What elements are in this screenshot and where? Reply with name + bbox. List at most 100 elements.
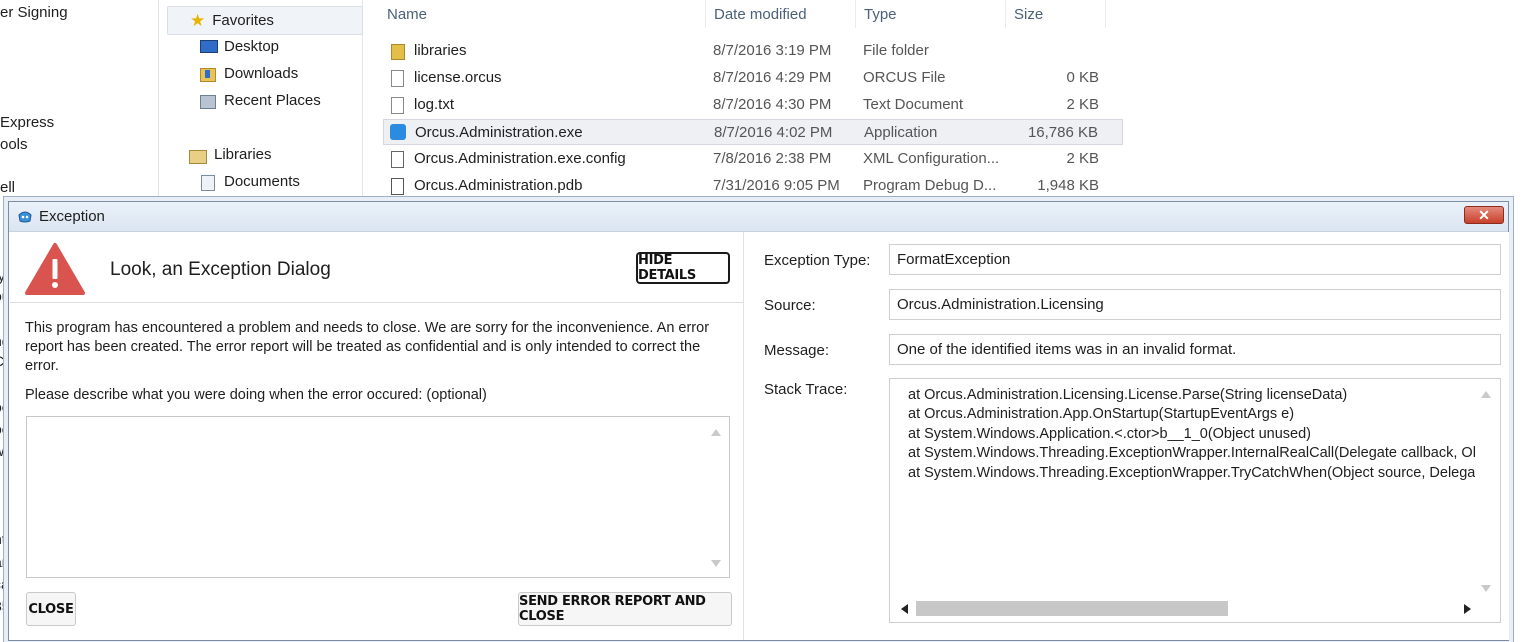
file-row[interactable]: license.orcus 8/7/2016 4:29 PM ORCUS Fil…: [383, 65, 1123, 91]
app-icon: [17, 208, 33, 224]
dialog-heading: Look, an Exception Dialog: [110, 259, 331, 280]
stack-trace-line: at Orcus.Administration.Licensing.Licens…: [908, 387, 1348, 403]
close-button[interactable]: CLOSE: [26, 592, 76, 626]
message-field[interactable]: One of the identified items was in an in…: [889, 334, 1501, 365]
dialog-main-panel: Look, an Exception Dialog HIDE DETAILS T…: [10, 232, 743, 640]
desktop-icon: [199, 39, 218, 55]
error-description: This program has encountered a problem a…: [25, 320, 710, 374]
nav-item-label: Favorites: [212, 12, 274, 29]
file-name: Orcus.Administration.pdb: [414, 177, 583, 194]
exception-details-panel: Exception Type: FormatException Source: …: [743, 232, 1509, 640]
file-date: 8/7/2016 3:19 PM: [713, 42, 832, 59]
stack-trace-line: at System.Windows.Application.<.ctor>b__…: [908, 426, 1311, 442]
file-icon: [389, 69, 405, 87]
downloads-folder-icon: [199, 66, 217, 82]
nav-item-documents[interactable]: Documents: [199, 168, 300, 195]
file-name: license.orcus: [414, 69, 502, 86]
close-icon: ✕: [1478, 207, 1490, 223]
scroll-down-arrow-icon[interactable]: [1481, 585, 1491, 592]
scroll-left-arrow-icon[interactable]: [901, 604, 908, 614]
exception-type-value: FormatException: [897, 251, 1011, 268]
background-text: y: [0, 268, 5, 284]
libraries-icon: [189, 147, 207, 164]
dialog-title: Exception: [39, 208, 105, 225]
file-type: Program Debug D...: [863, 177, 997, 194]
scroll-right-arrow-icon[interactable]: [1464, 604, 1471, 614]
scroll-up-arrow-icon[interactable]: [1481, 391, 1491, 398]
text-file-icon: [389, 96, 405, 114]
hide-details-button[interactable]: HIDE DETAILS: [636, 252, 730, 284]
app-icon: [390, 124, 406, 142]
exception-type-field[interactable]: FormatException: [889, 244, 1501, 275]
scroll-up-arrow-icon[interactable]: [711, 429, 721, 436]
column-header-type[interactable]: Type: [856, 0, 1006, 28]
column-header-size[interactable]: Size: [1006, 0, 1106, 28]
file-date: 8/7/2016 4:02 PM: [714, 124, 833, 141]
column-header-label: Type: [864, 5, 897, 23]
nav-item-label: Libraries: [214, 146, 272, 163]
scroll-down-arrow-icon[interactable]: [711, 560, 721, 567]
nav-item-label: Downloads: [224, 65, 299, 82]
stack-trace-line: at Orcus.Administration.App.OnStartup(St…: [908, 406, 1295, 422]
file-type: Application: [864, 124, 938, 141]
file-size: 16,786 KB: [1027, 124, 1098, 141]
stack-trace-label: Stack Trace:: [764, 381, 848, 398]
folder-icon: [389, 43, 405, 61]
file-size: 2 KB: [1066, 150, 1099, 167]
file-date: 7/8/2016 2:38 PM: [713, 150, 832, 167]
file-size: 1,948 KB: [1037, 177, 1099, 194]
column-header-name[interactable]: Name: [379, 0, 706, 28]
nav-item-favorites[interactable]: ★ Favorites: [167, 6, 363, 35]
file-type: File folder: [863, 42, 929, 59]
file-date: 8/7/2016 4:30 PM: [713, 96, 832, 113]
exception-type-label: Exception Type:: [764, 252, 871, 269]
stack-trace-field[interactable]: at Orcus.Administration.Licensing.Licens…: [889, 378, 1501, 623]
window-close-button[interactable]: ✕: [1464, 206, 1504, 224]
background-text: ell: [0, 179, 16, 196]
button-label: CLOSE: [28, 601, 74, 617]
background-text: er Signing: [0, 4, 68, 21]
button-label: SEND ERROR REPORT AND CLOSE: [519, 594, 706, 624]
nav-item-downloads[interactable]: Downloads: [199, 60, 298, 87]
message-value: One of the identified items was in an in…: [897, 341, 1237, 358]
nav-item-recent-places[interactable]: Recent Places: [199, 87, 321, 114]
background-text: Express: [0, 114, 55, 131]
background-text: ools: [0, 136, 28, 153]
documents-icon: [199, 174, 217, 191]
stack-trace-line: at System.Windows.Threading.ExceptionWra…: [908, 465, 1475, 481]
nav-item-label: Recent Places: [224, 92, 321, 109]
source-value: Orcus.Administration.Licensing: [897, 296, 1104, 313]
button-label: HIDE DETAILS: [638, 253, 696, 283]
file-type: ORCUS File: [863, 69, 946, 86]
nav-item-libraries[interactable]: Libraries: [189, 141, 272, 168]
background-text: w: [0, 443, 4, 459]
horizontal-scrollbar-thumb[interactable]: [916, 601, 1228, 616]
file-row[interactable]: libraries 8/7/2016 3:19 PM File folder: [383, 38, 1123, 64]
column-header-label: Date modified: [714, 5, 807, 23]
file-type: XML Configuration...: [863, 150, 1000, 167]
star-icon: ★: [190, 10, 206, 30]
message-label: Message:: [764, 342, 830, 359]
file-date: 8/7/2016 4:29 PM: [713, 69, 832, 86]
stack-trace-line: at System.Windows.Threading.ExceptionWra…: [908, 445, 1475, 461]
description-prompt: Please describe what you were doing when…: [25, 387, 487, 403]
file-date: 7/31/2016 9:05 PM: [713, 177, 840, 194]
dialog-header: Look, an Exception Dialog HIDE DETAILS: [10, 232, 743, 303]
dialog-titlebar[interactable]: Exception ✕: [9, 202, 1508, 232]
file-row[interactable]: log.txt 8/7/2016 4:30 PM Text Document 2…: [383, 92, 1123, 118]
file-row[interactable]: Orcus.Administration.pdb 7/31/2016 9:05 …: [383, 173, 1123, 199]
file-row[interactable]: Orcus.Administration.exe.config 7/8/2016…: [383, 146, 1123, 172]
column-header-label: Size: [1014, 5, 1044, 23]
file-type: Text Document: [863, 96, 964, 113]
pdb-file-icon: [389, 177, 405, 195]
nav-item-label: Documents: [224, 173, 300, 190]
file-row[interactable]: Orcus.Administration.exe 8/7/2016 4:02 P…: [383, 119, 1123, 145]
file-name: log.txt: [414, 96, 455, 113]
column-header-date[interactable]: Date modified: [706, 0, 856, 28]
nav-item-desktop[interactable]: Desktop: [199, 33, 279, 60]
send-error-report-button[interactable]: SEND ERROR REPORT AND CLOSE: [518, 592, 732, 626]
source-field[interactable]: Orcus.Administration.Licensing: [889, 289, 1501, 320]
file-name: libraries: [414, 42, 467, 59]
user-description-input[interactable]: [26, 416, 730, 578]
source-label: Source:: [764, 297, 816, 314]
